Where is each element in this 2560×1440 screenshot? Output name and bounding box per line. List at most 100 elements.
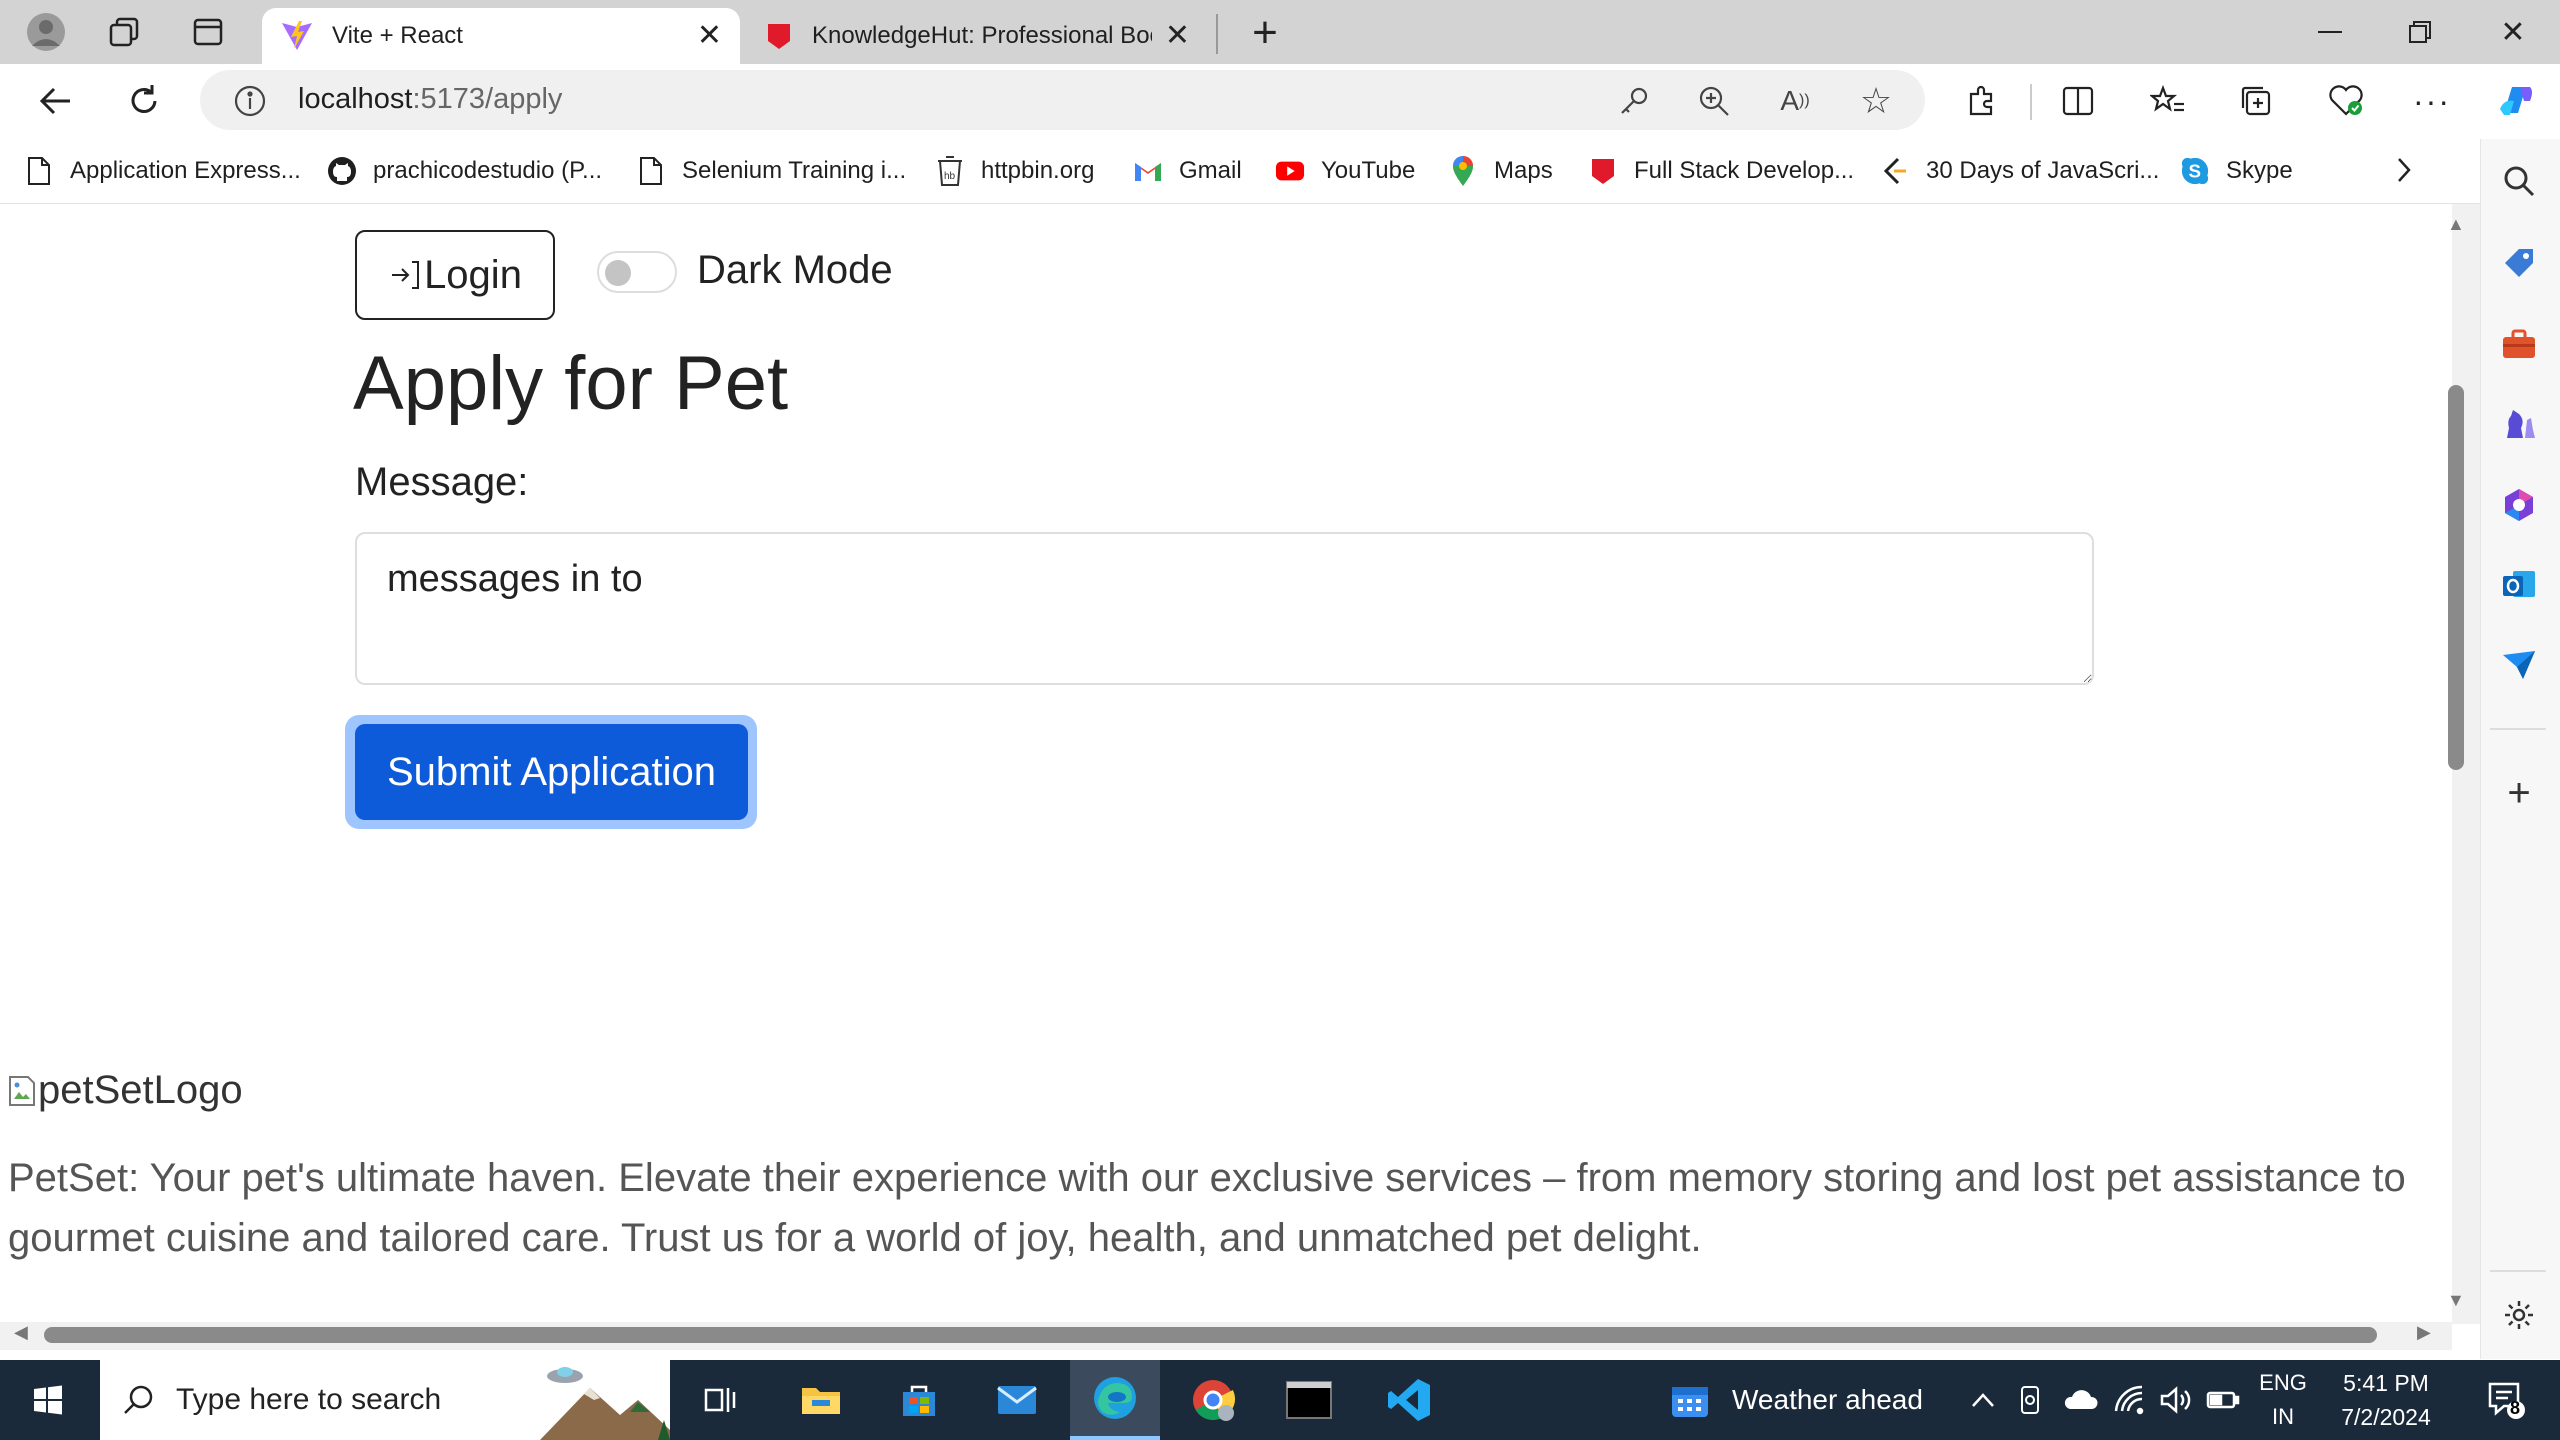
- send-icon[interactable]: [2491, 637, 2547, 693]
- bookmark-skype[interactable]: S Skype: [2180, 147, 2293, 195]
- restore-icon[interactable]: [2375, 0, 2465, 64]
- login-button[interactable]: Login: [355, 230, 555, 320]
- close-tab-icon[interactable]: ✕: [697, 18, 722, 53]
- games-icon[interactable]: [2491, 396, 2547, 452]
- bookmark-selenium-training[interactable]: Selenium Training i...: [636, 147, 906, 195]
- network-wifi-icon[interactable]: [2108, 1360, 2154, 1440]
- clock-date: 7/2/2024: [2341, 1404, 2431, 1430]
- workspaces-icon[interactable]: [100, 12, 148, 52]
- task-view-icon[interactable]: [690, 1360, 750, 1440]
- minimize-icon[interactable]: [2285, 0, 2375, 64]
- favorite-star-icon[interactable]: ☆: [1848, 73, 1904, 129]
- weather-widget[interactable]: Weather ahead: [1670, 1360, 2000, 1440]
- extensions-icon[interactable]: [1954, 73, 2010, 129]
- scroll-up-icon[interactable]: ▲: [2447, 214, 2465, 235]
- knowledgehut-icon: [1588, 156, 1618, 186]
- bookmark-full-stack[interactable]: Full Stack Develop...: [1588, 147, 1854, 195]
- tab-vite-react[interactable]: Vite + React ✕: [262, 8, 740, 64]
- meet-now-icon[interactable]: [2008, 1360, 2052, 1440]
- bookmark-maps[interactable]: Maps: [1448, 147, 1553, 195]
- read-aloud-icon[interactable]: A)): [1767, 73, 1823, 129]
- vite-icon: [280, 19, 314, 53]
- shopping-tag-icon[interactable]: [2491, 235, 2547, 291]
- bookmark-httpbin[interactable]: hb httpbin.org: [935, 147, 1094, 195]
- bookmark-youtube[interactable]: YouTube: [1275, 147, 1415, 195]
- broken-image-icon: [8, 1075, 36, 1107]
- toggle-knob: [605, 260, 631, 286]
- httpbin-icon: hb: [935, 156, 965, 186]
- knowledgehut-icon: [764, 21, 794, 51]
- edge-taskbar-icon[interactable]: [1070, 1360, 1160, 1440]
- close-tab-icon[interactable]: ✕: [1165, 18, 1190, 53]
- bookmark-label: Maps: [1494, 157, 1553, 184]
- more-options-icon[interactable]: ···: [2404, 73, 2460, 129]
- volume-icon[interactable]: [2154, 1360, 2200, 1440]
- terminal-icon[interactable]: [1278, 1360, 1340, 1440]
- clock-time: 5:41 PM: [2343, 1370, 2429, 1396]
- microsoft-365-icon[interactable]: [2491, 477, 2547, 533]
- lang-bottom: IN: [2272, 1404, 2294, 1429]
- taskbar-search-box[interactable]: Type here to search: [100, 1360, 670, 1440]
- bookmark-label: prachicodestudio (P...: [373, 157, 603, 184]
- tools-icon[interactable]: [2491, 316, 2547, 372]
- tab-knowledgehut[interactable]: KnowledgeHut: Professional Boo ✕: [748, 8, 1208, 64]
- outlook-icon[interactable]: [2491, 557, 2547, 613]
- close-window-icon[interactable]: ✕: [2468, 0, 2558, 64]
- search-highlight-illustration: [520, 1360, 670, 1440]
- horizontal-scroll-thumb[interactable]: [44, 1327, 2377, 1343]
- microsoft-store-icon[interactable]: [888, 1360, 950, 1440]
- settings-gear-icon[interactable]: [2491, 1287, 2547, 1343]
- split-screen-icon[interactable]: [2050, 73, 2106, 129]
- chrome-icon[interactable]: [1182, 1360, 1244, 1440]
- add-icon[interactable]: +: [2491, 765, 2547, 821]
- search-icon[interactable]: [2491, 153, 2547, 209]
- vertical-scroll-thumb[interactable]: [2448, 385, 2464, 770]
- message-textarea[interactable]: messages in to: [355, 532, 2094, 685]
- url-path: :5173/apply: [412, 83, 563, 115]
- bookmark-prachicodestudio[interactable]: prachicodestudio (P...: [327, 147, 602, 195]
- search-icon: [122, 1384, 154, 1416]
- back-icon[interactable]: [28, 73, 84, 129]
- file-explorer-icon[interactable]: [790, 1360, 852, 1440]
- dark-mode-toggle[interactable]: [597, 251, 677, 293]
- vertical-tabs-icon[interactable]: [184, 12, 232, 52]
- bookmark-30-days-js[interactable]: 30 Days of JavaScri...: [1880, 147, 2159, 195]
- svg-text:hb: hb: [944, 171, 956, 182]
- site-info-icon[interactable]: [222, 73, 278, 129]
- submit-application-button[interactable]: Submit Application: [355, 724, 748, 820]
- gmail-icon: [1133, 156, 1163, 186]
- vscode-icon[interactable]: [1378, 1360, 1440, 1440]
- battery-icon[interactable]: [2200, 1360, 2246, 1440]
- svg-text:S: S: [2188, 161, 2201, 182]
- favorites-icon[interactable]: [2140, 73, 2196, 129]
- collections-icon[interactable]: [2228, 73, 2284, 129]
- show-hidden-icons-icon[interactable]: [1962, 1360, 2004, 1440]
- footer-description: PetSet: Your pet's ultimate haven. Eleva…: [8, 1156, 2406, 1260]
- bookmark-label: Skype: [2226, 157, 2293, 184]
- new-tab-icon[interactable]: +: [1240, 8, 1290, 58]
- scroll-down-icon[interactable]: ▼: [2447, 1290, 2465, 1311]
- copilot-icon[interactable]: [2488, 73, 2544, 129]
- key-icon[interactable]: [1606, 73, 1662, 129]
- bookmark-application-express[interactable]: Application Express...: [24, 147, 301, 195]
- browser-essentials-icon[interactable]: [2318, 73, 2374, 129]
- clock[interactable]: 5:41 PM 7/2/2024: [2328, 1360, 2444, 1440]
- profile-icon[interactable]: [22, 8, 70, 56]
- bookmark-gmail[interactable]: Gmail: [1133, 147, 1242, 195]
- weather-text: Weather ahead: [1732, 1384, 1923, 1415]
- refresh-icon[interactable]: [116, 73, 172, 129]
- scroll-left-icon[interactable]: ◀: [14, 1322, 28, 1343]
- dark-mode-label: Dark Mode: [697, 248, 893, 292]
- onedrive-icon[interactable]: [2056, 1360, 2104, 1440]
- sidebar-divider: [2490, 1270, 2546, 1272]
- input-language-indicator[interactable]: ENG IN: [2250, 1360, 2316, 1440]
- page-title: Apply for Pet: [353, 341, 789, 426]
- zoom-icon[interactable]: [1686, 73, 1742, 129]
- lang-top: ENG: [2259, 1370, 2307, 1395]
- windows-start-icon[interactable]: [0, 1360, 96, 1440]
- url-text[interactable]: localhost:5173/apply: [298, 83, 562, 116]
- scroll-right-icon[interactable]: ▶: [2417, 1322, 2431, 1343]
- mail-icon[interactable]: [986, 1360, 1048, 1440]
- chevron-right-icon[interactable]: [2384, 150, 2424, 190]
- notification-center-icon[interactable]: 8: [2476, 1360, 2536, 1440]
